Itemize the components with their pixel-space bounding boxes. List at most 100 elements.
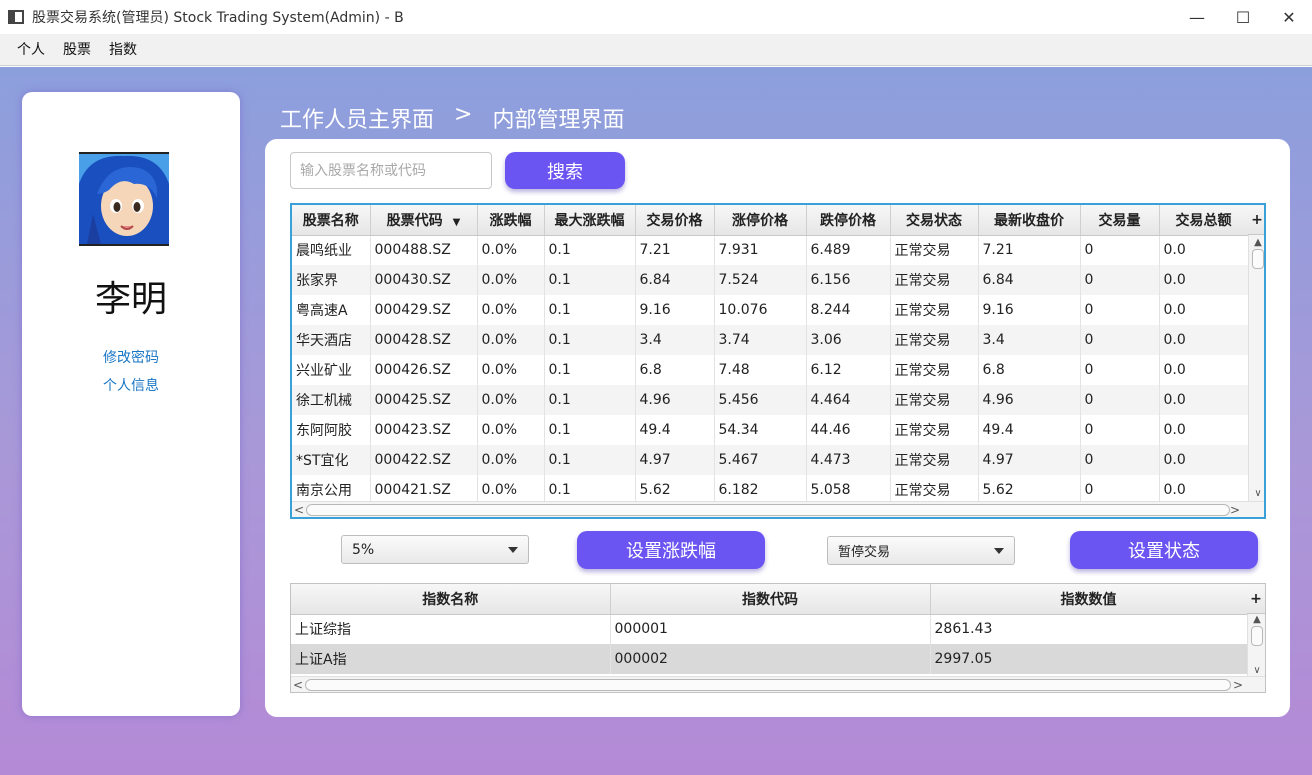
column-menu-plus-icon[interactable]: + (1247, 584, 1265, 614)
index-horizontal-scrollbar[interactable]: < > (291, 676, 1265, 692)
col-header-volume[interactable]: 交易量 (1080, 205, 1160, 236)
index-table-header: 指数名称 指数代码 指数数值 (291, 584, 1248, 615)
stock-horizontal-scrollbar[interactable]: < > (292, 501, 1264, 517)
table-cell: 0.1 (544, 355, 636, 385)
scroll-left-icon[interactable]: < (294, 502, 304, 517)
set-status-button[interactable]: 设置状态 (1070, 531, 1258, 569)
table-cell: 6.8 (635, 355, 715, 385)
content-card: 搜索 股票名称 股票代码 ▼ 涨跌幅 最大涨跌幅 交易价格 涨停价格 (265, 139, 1290, 717)
h-scroll-thumb[interactable] (305, 679, 1231, 691)
table-row[interactable]: *ST宜化 000422.SZ 0.0% 0.1 4.97 5.467 4.473 正常交易 4… (292, 445, 1249, 475)
scroll-down-icon[interactable]: ∨ (1248, 665, 1265, 676)
scroll-up-icon[interactable]: ▲ (1249, 237, 1264, 248)
scroll-right-icon[interactable]: > (1230, 502, 1240, 517)
table-row[interactable]: 上证A指 000002 2997.05 (291, 644, 1248, 674)
status-select-value: 暂停交易 (838, 545, 891, 560)
range-select[interactable]: 5% (341, 535, 529, 564)
table-cell: 7.931 (714, 235, 807, 265)
table-cell: 东阿阿胶 (292, 415, 371, 445)
scroll-down-icon[interactable]: ∨ (1249, 488, 1264, 499)
table-cell: 000428.SZ (370, 325, 478, 355)
table-cell: 2861.43 (930, 614, 1248, 644)
personal-info-link[interactable]: 个人信息 (22, 375, 240, 395)
breadcrumb-separator: > (454, 102, 473, 127)
table-cell: 000425.SZ (370, 385, 478, 415)
table-row[interactable]: 上证综指 000001 2861.43 (291, 614, 1248, 644)
scroll-left-icon[interactable]: < (293, 677, 303, 692)
index-table[interactable]: 指数名称 指数代码 指数数值 上证综指 000001 2861.43 上证A指 0000… (290, 583, 1266, 693)
col-header-last-close[interactable]: 最新收盘价 (978, 205, 1081, 236)
index-vertical-scrollbar[interactable]: ▲ ∨ (1247, 614, 1265, 676)
table-row[interactable]: 东阿阿胶 000423.SZ 0.0% 0.1 49.4 54.34 44.46 正常交易 49… (292, 415, 1249, 445)
table-row[interactable]: 华天酒店 000428.SZ 0.0% 0.1 3.4 3.74 3.06 正常交易 3.4 0 0… (292, 325, 1249, 355)
table-cell: 0.0 (1159, 235, 1249, 265)
user-avatar (79, 152, 169, 246)
menu-personal[interactable]: 个人 (8, 34, 54, 66)
col-header-code[interactable]: 股票代码 ▼ (370, 205, 478, 236)
col-header-status[interactable]: 交易状态 (890, 205, 979, 236)
scroll-right-icon[interactable]: > (1233, 677, 1243, 692)
col-header-index-code[interactable]: 指数代码 (610, 584, 931, 615)
table-cell: 0 (1080, 445, 1160, 475)
table-cell: 粤高速A (292, 295, 371, 325)
col-header-index-name[interactable]: 指数名称 (291, 584, 611, 615)
table-row[interactable]: 张家界 000430.SZ 0.0% 0.1 6.84 7.524 6.156 正常交易 6.8… (292, 265, 1249, 295)
table-cell: 4.96 (978, 385, 1081, 415)
col-header-name[interactable]: 股票名称 (292, 205, 371, 236)
table-cell: 8.244 (806, 295, 891, 325)
col-header-index-value[interactable]: 指数数值 (930, 584, 1248, 615)
minimize-button[interactable]: — (1174, 0, 1220, 34)
col-header-change[interactable]: 涨跌幅 (477, 205, 545, 236)
chevron-down-icon (994, 548, 1004, 554)
table-row[interactable]: 兴业矿业 000426.SZ 0.0% 0.1 6.8 7.48 6.12 正常交易 6.8 0 0… (292, 355, 1249, 385)
search-button[interactable]: 搜索 (505, 152, 625, 189)
table-cell: 000423.SZ (370, 415, 478, 445)
table-cell: 7.21 (978, 235, 1081, 265)
status-select[interactable]: 暂停交易 (827, 536, 1015, 565)
table-cell: 44.46 (806, 415, 891, 445)
table-cell: 正常交易 (890, 295, 979, 325)
table-cell: 0.0 (1159, 265, 1249, 295)
table-cell: 0.0 (1159, 355, 1249, 385)
table-cell: 上证A指 (291, 644, 611, 674)
maximize-button[interactable]: ☐ (1220, 0, 1266, 34)
column-menu-plus-icon[interactable]: + (1248, 205, 1264, 235)
scroll-thumb[interactable] (1252, 249, 1264, 269)
table-cell: 0.0% (477, 415, 545, 445)
table-cell: 5.456 (714, 385, 807, 415)
table-cell: 0.0% (477, 295, 545, 325)
set-range-button[interactable]: 设置涨跌幅 (577, 531, 765, 569)
table-cell: 6.156 (806, 265, 891, 295)
range-select-value: 5% (352, 541, 375, 558)
table-cell: 0 (1080, 415, 1160, 445)
col-header-code-label: 股票代码 (386, 212, 443, 229)
table-cell: 正常交易 (890, 355, 979, 385)
table-row[interactable]: 粤高速A 000429.SZ 0.0% 0.1 9.16 10.076 8.244 正常交易 9… (292, 295, 1249, 325)
table-row[interactable]: 徐工机械 000425.SZ 0.0% 0.1 4.96 5.456 4.464 正常交易 4.… (292, 385, 1249, 415)
stock-vertical-scrollbar[interactable]: ▲ ∨ (1248, 235, 1264, 501)
table-cell: 0 (1080, 385, 1160, 415)
col-header-amount[interactable]: 交易总额 (1159, 205, 1249, 236)
scroll-thumb[interactable] (1251, 626, 1263, 646)
col-header-max-change[interactable]: 最大涨跌幅 (544, 205, 636, 236)
table-cell: 6.8 (978, 355, 1081, 385)
col-header-limit-down[interactable]: 跌停价格 (806, 205, 891, 236)
change-password-link[interactable]: 修改密码 (22, 347, 240, 367)
col-header-price[interactable]: 交易价格 (635, 205, 715, 236)
menu-stock[interactable]: 股票 (54, 34, 100, 66)
menu-index[interactable]: 指数 (100, 34, 146, 66)
table-cell: 6.12 (806, 355, 891, 385)
table-cell: 上证综指 (291, 614, 611, 644)
table-cell: 7.524 (714, 265, 807, 295)
col-header-limit-up[interactable]: 涨停价格 (714, 205, 807, 236)
close-button[interactable]: ✕ (1266, 0, 1312, 34)
table-cell: 0.0 (1159, 415, 1249, 445)
table-cell: 正常交易 (890, 265, 979, 295)
table-cell: 正常交易 (890, 445, 979, 475)
table-row[interactable]: 晨鸣纸业 000488.SZ 0.0% 0.1 7.21 7.931 6.489 正常交易 7.… (292, 235, 1249, 265)
h-scroll-thumb[interactable] (306, 504, 1230, 516)
scroll-up-icon[interactable]: ▲ (1248, 614, 1265, 625)
search-input[interactable] (290, 152, 492, 189)
stock-table[interactable]: 股票名称 股票代码 ▼ 涨跌幅 最大涨跌幅 交易价格 涨停价格 跌停价格 交易状态… (290, 203, 1266, 519)
table-cell: 3.4 (978, 325, 1081, 355)
